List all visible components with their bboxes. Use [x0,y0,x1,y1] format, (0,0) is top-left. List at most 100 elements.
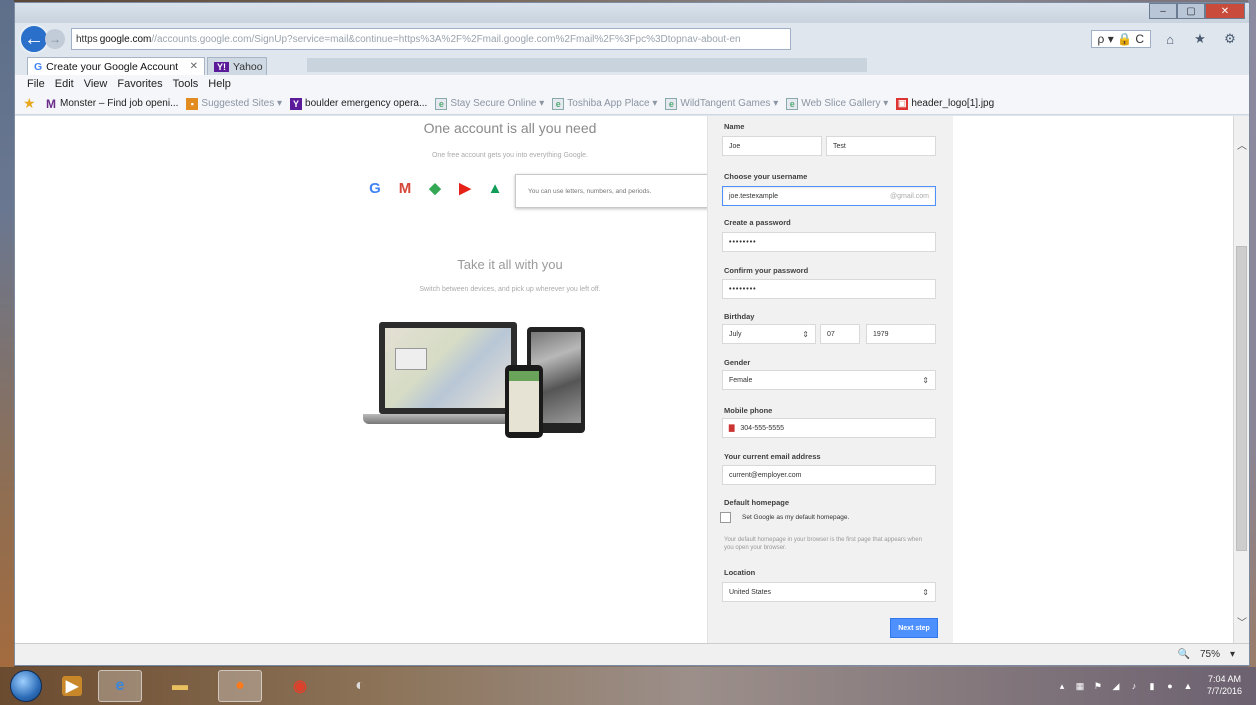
fav-label: Suggested Sites ▾ [201,98,283,109]
birthday-month-select[interactable]: July ⇕ [722,324,816,344]
forward-button[interactable]: → [45,29,65,49]
tab-label: Yahoo [233,60,263,73]
location-select[interactable]: United States ⇕ [722,582,936,602]
favorites-star-button[interactable]: ★ [23,95,37,112]
username-value: joe.testexample [729,192,779,200]
security-icon[interactable]: ● [1165,681,1175,691]
tab-create-google-account[interactable]: G Create your Google Account ✕ [27,57,205,75]
default-homepage-label: Default homepage [724,498,790,507]
birthday-month-value: July [729,330,742,338]
menu-bar: File Edit View Favorites Tools Help [15,75,1249,93]
menu-view[interactable]: View [84,78,108,90]
menu-favorites[interactable]: Favorites [117,78,162,90]
internet-explorer-icon[interactable]: e [98,670,142,702]
drive-icon: ▲ [487,179,503,197]
first-name-value: Joe [729,142,741,150]
password-input[interactable]: •••••••• [722,232,936,252]
volume-icon[interactable]: ♪ [1129,681,1139,691]
promo-subtext-2: Switch between devices, and pick up wher… [419,286,601,293]
location-label: Location [724,568,756,577]
flag-icon[interactable]: ⚑ [1093,681,1103,691]
tab-yahoo[interactable]: Y! Yahoo [207,57,267,75]
mobile-phone-input[interactable]: ▇ 304-555-5555 [722,418,936,438]
confirm-password-input[interactable]: •••••••• [722,279,936,299]
favorites-star-icon[interactable]: ★ [1189,29,1211,49]
menu-edit[interactable]: Edit [55,78,74,90]
select-arrows-icon: ⇕ [922,375,929,385]
scroll-down-icon[interactable]: ﹀ [1234,613,1250,629]
file-explorer-icon[interactable]: ▬ [158,670,202,702]
zoom-level[interactable]: 75% [1200,649,1220,660]
next-step-button[interactable]: Next step [890,618,938,638]
fav-stay-secure-online[interactable]: e Stay Secure Online ▾ [435,97,545,110]
default-homepage-checkbox-label[interactable]: Set Google as my default homepage. [742,514,849,521]
taskbar-clock[interactable]: 7:04 AM 7/7/2016 [1207,674,1242,697]
home-icon[interactable]: ⌂ [1159,29,1181,49]
scroll-up-icon[interactable]: ︿ [1234,136,1250,152]
last-name-input[interactable]: Test [826,136,936,156]
birthday-day-input[interactable]: 07 [820,324,860,344]
search-lock-refresh-buttons[interactable]: ρ ▾ 🔒 C [1090,30,1151,48]
minimize-button[interactable]: – [1149,3,1177,19]
fav-suggested-sites[interactable]: ▪ Suggested Sites ▾ [186,97,283,110]
fav-web-slice-gallery[interactable]: e Web Slice Gallery ▾ [786,97,888,110]
fav-wildtangent-games[interactable]: e WildTangent Games ▾ [665,97,778,110]
gender-select[interactable]: Female ⇕ [722,370,936,390]
location-value: United States [729,588,772,596]
battery-icon[interactable]: ▮ [1147,681,1157,691]
first-name-input[interactable]: Joe [722,136,822,156]
status-bar: 🔍 75% ▾ [15,643,1249,665]
address-row: ← → https google.com //accounts.google.c… [15,21,1249,57]
fav-header-logo[interactable]: ▣ header_logo[1].jpg [896,97,995,110]
signal-icon[interactable]: ◢ [1111,681,1121,691]
laptop-image [379,322,517,414]
select-arrows-icon: ⇕ [922,587,929,597]
start-button[interactable] [10,670,42,702]
show-hidden-icons-icon[interactable]: ▴ [1057,681,1067,691]
network-icon[interactable]: ▦ [1075,681,1085,691]
close-button[interactable]: ✕ [1205,3,1245,19]
chrome-icon[interactable]: ◉ [278,670,322,702]
window-controls: – ▢ ✕ [1149,3,1245,19]
firefox-icon[interactable]: ● [218,670,262,702]
fav-label: header_logo[1].jpg [911,98,995,109]
fav-monster[interactable]: M Monster – Find job openi... [45,97,178,111]
desktop-left-edge [0,0,14,705]
select-arrows-icon: ⇕ [802,329,809,339]
zoom-dropdown-icon[interactable]: ▾ [1230,649,1235,660]
address-tools: ρ ▾ 🔒 C ⌂ ★ ⚙ [1090,29,1241,49]
menu-help[interactable]: Help [208,78,231,90]
app-icon[interactable]: ◐ [338,670,382,702]
default-homepage-checkbox[interactable] [720,512,731,523]
fav-toshiba-app-place[interactable]: e Toshiba App Place ▾ [552,97,657,110]
maximize-button[interactable]: ▢ [1177,3,1205,19]
title-bar: – ▢ ✕ [15,3,1249,23]
vertical-scrollbar[interactable]: ︿ ﹀ [1233,116,1249,643]
mobile-phone-value: 304-555-5555 [740,424,784,432]
media-player-icon[interactable]: ▶ [62,676,82,696]
username-input[interactable]: joe.testexample @gmail.com [722,186,936,206]
maps-icon: ◆ [429,180,441,197]
fav-label: Stay Secure Online ▾ [450,98,545,109]
scrollbar-thumb[interactable] [1236,246,1247,551]
confirm-password-value: •••••••• [729,285,757,293]
favorites-star-icon: ★ [23,95,36,111]
settings-gear-icon[interactable]: ⚙ [1219,29,1241,49]
current-email-value: current@employer.com [729,471,802,479]
page-icon: e [665,97,678,110]
favorites-bar: ★ M Monster – Find job openi... ▪ Suggeste… [15,93,1249,115]
country-flag-icon[interactable]: ▇ [729,424,734,432]
tab-close-icon[interactable]: ✕ [190,61,198,72]
name-label: Name [724,122,745,131]
menu-file[interactable]: File [27,78,45,90]
birthday-day-value: 07 [827,330,835,338]
fav-boulder-emergency[interactable]: Yboulder emergency opera... [290,97,427,110]
url-path: //accounts.google.com/SignUp?service=mai… [151,33,741,45]
username-domain-suffix: @gmail.com [889,192,929,200]
menu-tools[interactable]: Tools [173,78,199,90]
address-bar[interactable]: https google.com //accounts.google.com/S… [71,28,791,50]
current-email-input[interactable]: current@employer.com [722,465,936,485]
drive-sync-icon[interactable]: ▲ [1183,681,1193,691]
birthday-year-input[interactable]: 1979 [866,324,936,344]
promo-subtext: One free account gets you into everythin… [431,152,589,159]
